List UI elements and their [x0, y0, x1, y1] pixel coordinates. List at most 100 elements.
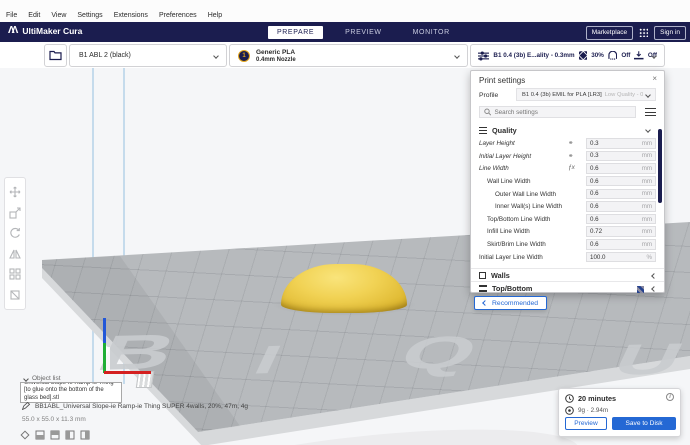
menu-edit[interactable]: Edit — [28, 12, 40, 19]
nozzle-name: 0.4mm Nozzle — [256, 57, 296, 63]
link-icon: ⚭ — [568, 139, 573, 147]
setting-field-line-width[interactable]: 0.6mm — [586, 163, 656, 174]
setting-label: Initial Layer Height — [479, 153, 531, 160]
setting-label: Infill Line Width — [487, 228, 530, 235]
setting-unit: mm — [642, 203, 652, 210]
tab-preview[interactable]: PREVIEW — [336, 26, 390, 39]
object-list-toggle[interactable]: Object list — [24, 375, 61, 382]
build-volume-edge — [92, 68, 94, 396]
search-input[interactable] — [494, 109, 631, 116]
setting-field-outer-wall-line-width[interactable]: 0.6mm — [586, 189, 656, 200]
preview-button[interactable]: Preview — [565, 417, 607, 430]
modified-settings-icon — [637, 286, 644, 293]
summary-infill: 30% — [591, 52, 604, 59]
config-warning-badge: 1 — [238, 50, 250, 62]
close-icon[interactable]: × — [652, 74, 657, 83]
tool-panel — [4, 177, 26, 310]
section-walls[interactable]: Walls — [471, 268, 664, 281]
print-time: 20 minutes — [578, 394, 616, 403]
object-list-label: Object list — [32, 375, 61, 382]
setting-unit: mm — [642, 178, 652, 185]
printer-selector[interactable]: B1 ABL 2 (black) — [69, 44, 227, 67]
rotate-tool-button[interactable] — [9, 227, 21, 239]
setting-value: 0.6 — [590, 216, 599, 223]
support-icon — [608, 51, 618, 60]
menu-extensions[interactable]: Extensions — [114, 12, 148, 19]
view-front-icon[interactable] — [35, 427, 45, 445]
setting-field-initial-layer-height[interactable]: 0.3mm — [586, 151, 656, 162]
y-axis-indicator — [103, 343, 106, 373]
view-3d-icon[interactable] — [20, 427, 30, 445]
setting-value: 0.3 — [590, 152, 599, 159]
setting-field-inner-wall-s-line-width[interactable]: 0.6mm — [586, 201, 656, 212]
setting-row-initial-layer-line-width: Initial Layer Line Width 100.0% — [471, 251, 664, 264]
sign-in-button[interactable]: Sign in — [654, 26, 686, 40]
view-left-icon[interactable] — [65, 427, 75, 445]
job-name-row[interactable]: BB1ABL_Universal Slope-ie Ramp-ie Thing … — [22, 402, 248, 410]
menu-file[interactable]: File — [6, 12, 17, 19]
pencil-icon — [22, 402, 30, 410]
save-to-disk-button[interactable]: Save to Disk — [612, 417, 676, 430]
profile-dropdown[interactable]: B1 0.4 (3b) EMIL for PLA [LR3] Low Quali… — [516, 88, 656, 101]
setting-unit: mm — [642, 165, 652, 172]
setting-field-infill-line-width[interactable]: 0.72mm — [586, 226, 656, 237]
hamburger-icon[interactable] — [645, 108, 656, 116]
print-time-row: 20 minutes — [565, 394, 616, 403]
move-tool-button[interactable] — [9, 186, 21, 198]
object-name-tooltip: Universal Slope-ie Ramp-ie Thing [to glu… — [20, 382, 122, 403]
panel-title: Print settings — [479, 76, 525, 85]
setting-label: Layer Height — [479, 140, 515, 147]
setting-row-wall-line-width: Wall Line Width0.6mm — [471, 175, 664, 188]
setting-value: 0.3 — [590, 140, 599, 147]
section-quality[interactable]: Quality — [471, 123, 664, 137]
material-labels: Generic PLA 0.4mm Nozzle — [256, 49, 296, 63]
material-config-selector[interactable]: 1 Generic PLA 0.4mm Nozzle — [229, 44, 468, 67]
search-box[interactable] — [479, 106, 636, 118]
open-file-button[interactable] — [44, 44, 67, 67]
plate-detail-ribs — [136, 371, 154, 388]
profile-hint: Low Quality - 0.3mm — [605, 92, 643, 98]
setting-field-skirt-brim-line-width[interactable]: 0.6 mm — [586, 239, 656, 250]
folder-icon — [49, 50, 62, 61]
setting-row-infill-line-width: Infill Line Width 0.72mm — [471, 225, 664, 238]
recommended-label: Recommended — [492, 300, 538, 307]
support-blocker-button[interactable] — [9, 289, 21, 301]
menu-help[interactable]: Help — [208, 12, 222, 19]
view-right-icon[interactable] — [80, 427, 90, 445]
sliders-icon — [478, 51, 489, 61]
profile-value: B1 0.4 (3b) EMIL for PLA [LR3] — [522, 92, 602, 98]
chevron-down-icon — [645, 92, 651, 98]
setting-label: Inner Wall(s) Line Width — [495, 203, 562, 210]
menu-preferences[interactable]: Preferences — [159, 12, 197, 19]
section-top-bottom[interactable]: Top/Bottom — [471, 281, 664, 294]
per-model-settings-button[interactable] — [9, 268, 21, 280]
material-usage-row: 9g · 2.94m — [565, 406, 608, 415]
setting-unit: mm — [642, 241, 652, 248]
setting-row-line-width: Line Widthƒx0.6mm — [471, 162, 664, 175]
chevron-down-icon — [645, 127, 651, 133]
setting-label: Top/Bottom Line Width — [487, 216, 550, 223]
view-top-icon[interactable] — [50, 427, 60, 445]
info-icon[interactable]: i — [666, 393, 674, 401]
setting-field-layer-height[interactable]: 0.3mm — [586, 138, 656, 149]
menu-view[interactable]: View — [51, 12, 66, 19]
menu-settings[interactable]: Settings — [77, 12, 102, 19]
setting-label: Initial Layer Line Width — [479, 254, 543, 261]
scale-tool-button[interactable] — [9, 207, 21, 219]
setting-value: 0.6 — [590, 241, 599, 248]
spool-icon — [565, 406, 574, 415]
mirror-tool-button[interactable] — [9, 248, 21, 260]
setting-field-initial-layer-line-width[interactable]: 100.0% — [586, 252, 656, 263]
print-settings-summary-button[interactable]: B1 0.4 (3b) E...ality - 0.3mm 30% Off Of… — [470, 44, 665, 67]
settings-scrollbar[interactable] — [658, 129, 662, 203]
setting-value: 100.0 — [590, 254, 605, 261]
marketplace-button[interactable]: Marketplace — [586, 26, 633, 40]
setting-row-layer-height: Layer Height ⚭ 0.3mm — [471, 137, 664, 150]
setting-field-top-bottom-line-width[interactable]: 0.6mm — [586, 214, 656, 225]
recommended-mode-button[interactable]: Recommended — [474, 296, 547, 310]
setting-field-wall-line-width[interactable]: 0.6mm — [586, 176, 656, 187]
app-switcher-icon[interactable] — [639, 28, 648, 37]
section-quality-label: Quality — [492, 126, 517, 135]
tab-prepare[interactable]: PREPARE — [268, 26, 323, 39]
tab-monitor[interactable]: MONITOR — [404, 26, 459, 39]
